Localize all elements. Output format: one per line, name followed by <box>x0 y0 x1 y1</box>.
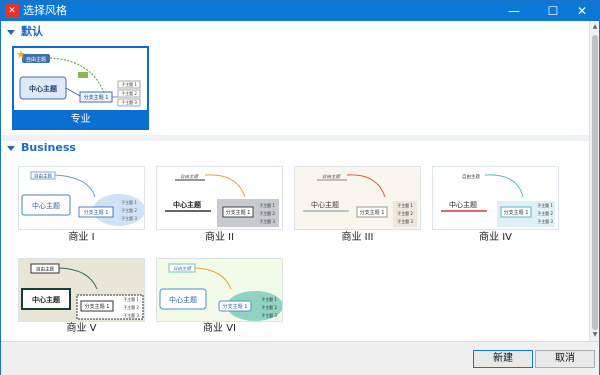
style-item-label: 商业 I <box>68 232 95 243</box>
svg-text:子主题 1: 子主题 1 <box>259 202 275 208</box>
minimize-button[interactable]: — <box>497 1 531 21</box>
app-logo-icon: ✕ <box>5 4 19 18</box>
svg-text:分支主题 1: 分支主题 1 <box>226 209 251 216</box>
svg-text:分支主题 1: 分支主题 1 <box>360 209 385 216</box>
caret-down-icon <box>7 145 15 151</box>
vertical-scrollbar[interactable]: ▲ ▼ <box>589 21 599 341</box>
svg-text:子主题 3: 子主题 3 <box>121 215 137 221</box>
svg-text:分支主题 1: 分支主题 1 <box>223 303 248 310</box>
svg-text:子主题 3: 子主题 3 <box>537 218 553 224</box>
style-item-label: 商业 II <box>204 232 235 243</box>
scrollbar-thumb[interactable] <box>592 35 598 330</box>
style-list[interactable]: 默认 自由主题 中心主题 分支主题 1 子主题 1 子主题 2 子主题 3 ★ … <box>1 21 589 341</box>
svg-text:分支主题 1: 分支主题 1 <box>84 209 109 216</box>
section-header-default[interactable]: 默认 <box>7 25 43 39</box>
svg-text:子主题 1: 子主题 1 <box>397 202 413 208</box>
svg-text:子主题 1: 子主题 1 <box>537 202 553 208</box>
style-item-label: 商业 V <box>66 323 97 334</box>
window-title: 选择风格 <box>23 4 67 17</box>
subtopic-label: 子主题 2 <box>121 90 137 96</box>
style-item-professional[interactable]: 自由主题 中心主题 分支主题 1 子主题 1 子主题 2 子主题 3 ★ 专业 <box>12 46 149 130</box>
svg-text:子主题 2: 子主题 2 <box>397 210 413 216</box>
style-item-label: 商业 III <box>341 232 374 243</box>
section-divider <box>1 135 589 141</box>
svg-text:分支主题 1: 分支主题 1 <box>85 303 110 310</box>
central-topic-label: 中心主题 <box>29 84 58 93</box>
scroll-up-icon[interactable]: ▲ <box>591 23 599 31</box>
svg-text:中心主题: 中心主题 <box>32 295 61 304</box>
default-star-icon: ★ <box>16 48 26 61</box>
subtopic-label: 子主题 1 <box>121 81 137 87</box>
svg-text:子主题 2: 子主题 2 <box>537 210 553 216</box>
floating-topic-label: 自由主题 <box>26 56 46 63</box>
style-item-business-4[interactable]: 自由主题 中心主题 分支主题 1 子主题 1 子主题 2 子主题 3 <box>432 166 559 230</box>
mindmap-preview-icon: 自由主题 中心主题 分支主题 1 子主题 1 子主题 2 子主题 3 <box>21 263 144 320</box>
svg-text:中心主题: 中心主题 <box>311 200 339 209</box>
section-header-business[interactable]: Business <box>7 141 76 155</box>
svg-text:自由主题: 自由主题 <box>322 174 341 180</box>
svg-text:子主题 1: 子主题 1 <box>261 296 277 302</box>
svg-text:子主题 2: 子主题 2 <box>261 304 277 310</box>
svg-text:子主题 3: 子主题 3 <box>123 312 139 318</box>
svg-text:子主题 1: 子主题 1 <box>123 296 139 302</box>
mindmap-preview-icon: 自由主题 中心主题 分支主题 1 子主题 1 子主题 2 子主题 3 <box>303 174 417 227</box>
mindmap-preview-icon: 自由主题 中心主题 分支主题 1 子主题 1 子主题 2 子主题 3 <box>165 174 279 227</box>
scroll-down-icon[interactable]: ▼ <box>591 331 599 339</box>
style-item-label: 专业 <box>70 114 91 125</box>
style-item-label: 商业 VI <box>203 323 236 334</box>
style-item-business-2[interactable]: 自由主题 中心主题 分支主题 1 子主题 1 子主题 2 子主题 3 <box>156 166 283 230</box>
cancel-button[interactable]: 取消 <box>535 350 595 368</box>
svg-text:自由主题: 自由主题 <box>173 266 192 272</box>
section-label: Business <box>21 141 76 154</box>
svg-text:子主题 1: 子主题 1 <box>121 199 137 205</box>
svg-text:中心主题: 中心主题 <box>173 200 202 209</box>
svg-text:子主题 2: 子主题 2 <box>121 207 137 213</box>
mindmap-preview-icon: 自由主题 中心主题 分支主题 1 子主题 1 子主题 2 子主题 3 <box>159 263 282 321</box>
style-item-business-3[interactable]: 自由主题 中心主题 分支主题 1 子主题 1 子主题 2 子主题 3 <box>294 166 421 230</box>
title-bar[interactable]: ✕ 选择风格 — ☐ ✕ <box>1 1 599 21</box>
section-label: 默认 <box>21 25 43 38</box>
svg-text:分支主题 1: 分支主题 1 <box>504 209 529 216</box>
mindmap-preview-icon: 自由主题 中心主题 分支主题 1 子主题 1 子主题 2 子主题 3 <box>441 173 555 227</box>
style-item-business-6[interactable]: 自由主题 中心主题 分支主题 1 子主题 1 子主题 2 子主题 3 <box>156 258 283 322</box>
svg-text:自由主题: 自由主题 <box>36 266 54 273</box>
style-item-business-5[interactable]: 自由主题 中心主题 分支主题 1 子主题 1 子主题 2 子主题 3 <box>18 258 145 322</box>
svg-text:子主题 3: 子主题 3 <box>259 218 275 224</box>
svg-text:中心主题: 中心主题 <box>169 295 197 304</box>
subtopic-label: 子主题 3 <box>121 99 137 105</box>
svg-text:子主题 2: 子主题 2 <box>123 304 139 310</box>
main-topic-label: 分支主题 1 <box>84 94 109 101</box>
new-button[interactable]: 新建 <box>473 350 533 368</box>
mindmap-preview-icon: 自由主题 中心主题 分支主题 1 子主题 1 子主题 2 子主题 3 <box>19 54 141 107</box>
svg-text:子主题 3: 子主题 3 <box>261 312 277 318</box>
dialog-footer: 新建 取消 <box>1 341 599 375</box>
svg-text:自由主题: 自由主题 <box>462 173 480 180</box>
svg-text:中心主题: 中心主题 <box>449 200 477 209</box>
svg-text:中心主题: 中心主题 <box>32 201 60 210</box>
svg-text:子主题 2: 子主题 2 <box>259 210 275 216</box>
caret-down-icon <box>7 29 15 35</box>
svg-text:自由主题: 自由主题 <box>34 173 52 180</box>
close-button[interactable]: ✕ <box>565 1 599 21</box>
style-item-label: 商业 IV <box>479 232 512 243</box>
mindmap-preview-icon: 自由主题 中心主题 分支主题 1 子主题 1 子主题 2 子主题 3 <box>21 171 144 226</box>
svg-text:子主题 3: 子主题 3 <box>397 218 413 224</box>
style-picker-window: ✕ 选择风格 — ☐ ✕ 默认 自由主题 中心主题 分支主题 1 子主题 1 子… <box>0 0 600 375</box>
style-item-business-1[interactable]: 自由主题 中心主题 分支主题 1 子主题 1 子主题 2 子主题 3 <box>18 166 145 230</box>
svg-text:自由主题: 自由主题 <box>180 174 199 180</box>
